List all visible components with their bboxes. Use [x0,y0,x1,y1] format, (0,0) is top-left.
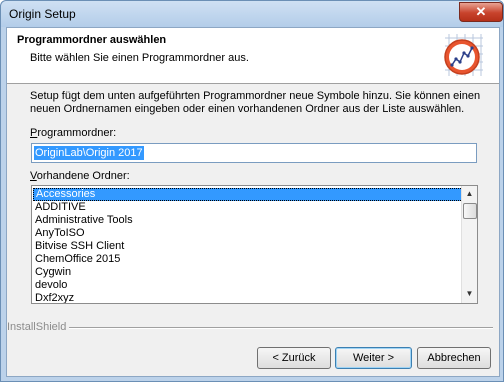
list-item[interactable]: ADDITIVE [33,201,461,214]
existing-folders-label-text: orhandene Ordner: [36,170,130,182]
list-item[interactable]: Administrative Tools [33,214,461,227]
existing-folders-label-accel: V [30,170,37,182]
scroll-thumb[interactable] [463,203,477,219]
next-button[interactable]: Weiter > [335,347,412,369]
cancel-button[interactable]: Abbrechen [417,347,491,369]
close-button[interactable]: ✕ [459,2,503,22]
existing-folders-list[interactable]: Accessories ADDITIVE Administrative Tool… [31,185,478,304]
scroll-down-icon[interactable]: ▼ [463,287,476,301]
program-folder-value: OriginLab\Origin 2017 [34,146,144,160]
description-line: Setup fügt dem unten aufgeführten Progra… [30,90,481,102]
window-title: Origin Setup [9,7,76,21]
list-scrollbar[interactable]: ▲ ▼ [461,186,477,303]
dialog-body: Programmordner auswählen Bitte wählen Si… [6,27,500,377]
list-item[interactable]: Accessories [33,188,463,201]
header-panel: Programmordner auswählen Bitte wählen Si… [7,28,499,84]
setup-window: Origin Setup ✕ Programmordner auswählen … [0,0,504,382]
program-folder-label-text: rogrammordner: [37,127,117,139]
back-button[interactable]: < Zurück [257,347,331,369]
existing-folders-label: Vorhandene Ordner: [30,170,130,182]
list-item[interactable]: Bitvise SSH Client [33,240,461,253]
description: Setup fügt dem unten aufgeführten Progra… [30,90,485,116]
page-title: Programmordner auswählen [17,34,167,46]
title-bar[interactable]: Origin Setup ✕ [1,1,503,27]
list-item[interactable]: devolo [33,279,461,292]
list-item[interactable]: ChemOffice 2015 [33,253,461,266]
list-item[interactable]: AnyToISO [33,227,461,240]
program-folder-label: Programmordner: [30,127,116,139]
program-folder-input[interactable]: OriginLab\Origin 2017 [31,143,477,163]
list-item[interactable]: Dxf2xyz [33,292,461,303]
close-icon: ✕ [475,4,487,19]
installshield-label: InstallShield [7,321,67,333]
list-item[interactable]: Cygwin [33,266,461,279]
page-subtitle: Bitte wählen Sie einen Programmordner au… [30,52,249,64]
scroll-up-icon[interactable]: ▲ [463,187,476,201]
origin-graph-logo-icon [439,32,485,78]
description-line: neuen Ordnernamen eingeben oder einen vo… [30,103,465,115]
footer-divider [69,327,493,329]
